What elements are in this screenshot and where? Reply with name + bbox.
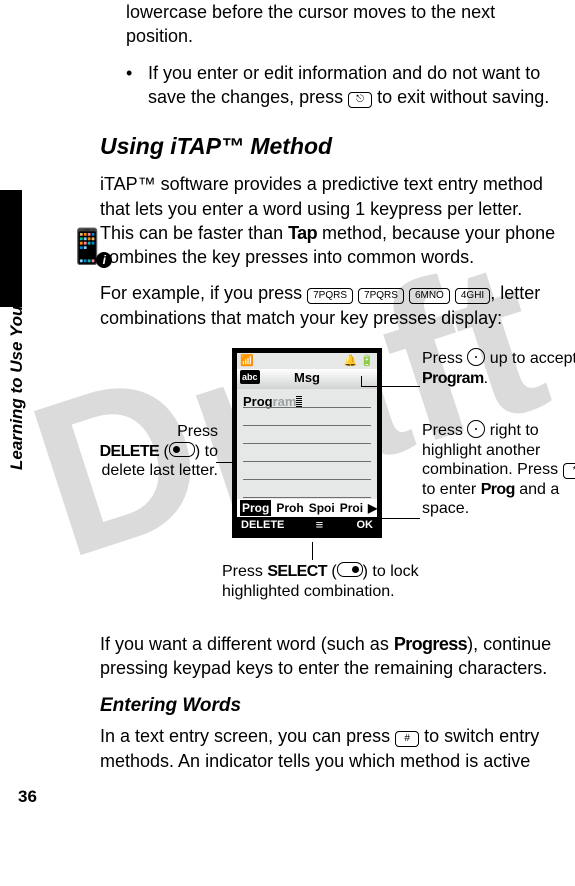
section-heading-itap: Using iTAP™ Method [100, 131, 557, 162]
c-l1-a: Press [177, 423, 218, 440]
key-7-icon: 7PQRS [307, 288, 353, 304]
bullet-dot-icon: • [126, 61, 138, 122]
suggestion-bar: Prog Proh Spoi Proi ▶ [237, 499, 377, 517]
softkey-left-label: DELETE [241, 518, 284, 533]
status-bar: 📶 🔔 🔋 [237, 353, 377, 369]
hash-key-icon: # [395, 731, 419, 747]
suggestion-4: Proi [340, 500, 363, 516]
after-diagram-paragraph: If you want a different word (such as Pr… [100, 632, 557, 681]
signal-icon: 📶 [240, 354, 254, 369]
screen-title-bar: abc Msg [237, 369, 377, 389]
enter-a: In a text entry screen, you can press [100, 726, 395, 746]
phone-info-icon: 📱i [66, 230, 108, 264]
page: Learning to Use Your Phone 36 📱i lowerca… [0, 0, 575, 817]
key-4-icon: 4GHI [455, 288, 490, 304]
leader-line [216, 462, 234, 463]
leader-line [361, 376, 362, 387]
c-r2-word: Prog [481, 481, 515, 498]
c-r1-word: Program [422, 370, 484, 387]
bullet-text: If you enter or edit information and do … [148, 61, 557, 110]
nav-wheel-icon [467, 348, 485, 366]
leader-line [362, 386, 420, 387]
callout-delete: Press DELETE () to delete last letter. [88, 422, 218, 481]
screen-title-text: Msg [294, 370, 320, 385]
callout-select: Press SELECT () to lock highlighted comb… [222, 562, 472, 601]
margin-black-strip [0, 190, 22, 307]
star-key-icon: * [563, 463, 575, 479]
subsection-heading-entering-words: Entering Words [100, 693, 557, 719]
menu-icon: ≡ [316, 516, 326, 534]
c-r2-c: to enter [422, 481, 481, 498]
more-arrow-icon: ▶ [368, 500, 377, 516]
softkey-right-label: OK [357, 518, 374, 533]
suggestion-selected: Prog [240, 500, 271, 516]
ruled-line [243, 497, 371, 498]
c-b-a: Press [222, 563, 267, 580]
after-a: If you want a different word (such as [100, 634, 394, 654]
c-b-b: ( [327, 563, 337, 580]
itap-paragraph: iTAP™ software provides a predictive tex… [100, 172, 557, 269]
tap-method-name: Tap [288, 223, 317, 243]
cursor-icon [296, 396, 302, 407]
left-softkey-icon [169, 442, 195, 457]
callout-highlight: Press right to highlight another combina… [422, 420, 575, 519]
suggestion-3: Spoi [309, 500, 335, 516]
c-r1-dot: . [484, 370, 488, 387]
c-b-word: SELECT [267, 563, 327, 580]
softkey-bar: DELETE ≡ OK [237, 517, 377, 533]
ruled-line [243, 479, 371, 480]
escape-key-icon: ⎋ [348, 92, 372, 108]
entering-words-paragraph: In a text entry screen, you can press # … [100, 724, 557, 773]
continuation-paragraph: lowercase before the cursor moves to the… [126, 0, 557, 49]
suggestion-2: Proh [276, 500, 303, 516]
example-paragraph: For example, if you press 7PQRS 7PQRS 6M… [100, 281, 557, 330]
c-r1-a: Press [422, 350, 467, 367]
page-number: 36 [18, 786, 37, 809]
leader-line [380, 518, 420, 519]
c-r1-b: up to accept [485, 350, 575, 367]
nav-wheel-icon [467, 420, 485, 438]
right-softkey-icon [337, 562, 363, 577]
phone-screen-diagram: 📶 🔔 🔋 abc Msg Program [62, 342, 557, 632]
c-l1-word: DELETE [100, 443, 160, 460]
bullet-item: • If you enter or edit information and d… [126, 61, 557, 122]
example-a: For example, if you press [100, 283, 307, 303]
entry-mode-badge: abc [240, 370, 260, 384]
ruled-line [243, 443, 371, 444]
key-7b-icon: 7PQRS [358, 288, 404, 304]
bullet2-text-b: to exit without saving. [372, 87, 549, 107]
leader-line [312, 542, 313, 560]
callout-accept: Press up to accept Program. [422, 348, 575, 388]
c-r2-a: Press [422, 422, 467, 439]
c-l1-b: ( [159, 443, 169, 460]
phone-screen: 📶 🔔 🔋 abc Msg Program [232, 348, 382, 538]
ruled-line [243, 407, 371, 408]
ruled-line [243, 425, 371, 426]
progress-word: Progress [394, 634, 467, 654]
ruled-line [243, 461, 371, 462]
status-right: 🔔 🔋 [344, 354, 374, 369]
key-6-icon: 6MNO [409, 288, 450, 304]
content-column: 📱i lowercase before the cursor moves to … [64, 0, 557, 773]
screen-body: Program [237, 389, 377, 499]
